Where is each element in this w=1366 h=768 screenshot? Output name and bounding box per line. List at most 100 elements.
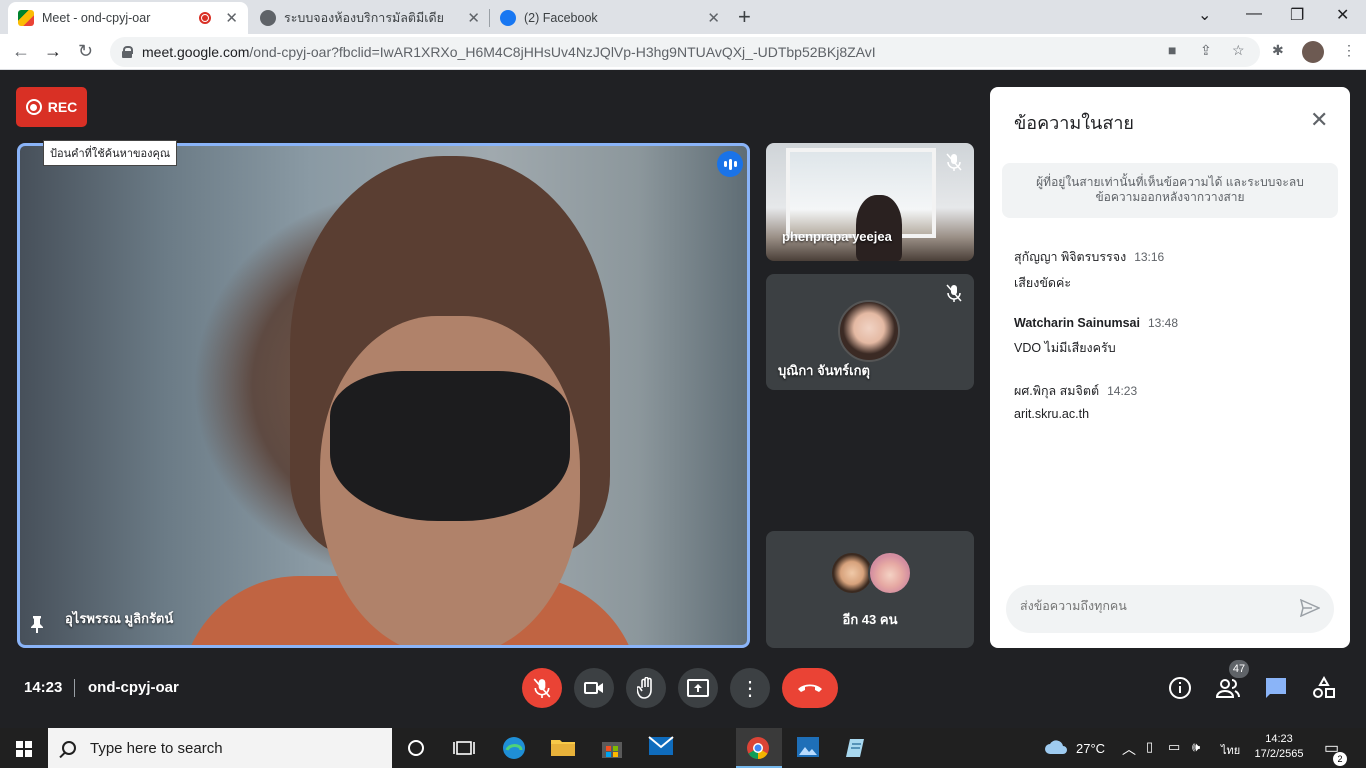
cortana-icon[interactable]	[404, 736, 430, 760]
pin-icon[interactable]	[30, 615, 44, 633]
camera-in-use-icon[interactable]: ■	[1168, 42, 1176, 58]
message-time: 13:48	[1147, 316, 1178, 330]
close-tab-icon[interactable]: ✕	[467, 9, 480, 27]
taskbar-search-placeholder: Type here to search	[90, 739, 223, 757]
video-person	[856, 195, 902, 261]
tab-facebook[interactable]: (2) Facebook ✕	[490, 2, 730, 34]
others-tile[interactable]: อีก 43 คน	[766, 531, 974, 648]
meeting-code: ond-cpyj-oar	[88, 679, 179, 696]
globe-icon	[260, 10, 276, 26]
microphone-toggle-button[interactable]	[522, 668, 562, 708]
message-text: VDO ไม่มีเสียงครับ	[1014, 341, 1116, 355]
close-tab-icon[interactable]: ✕	[707, 9, 720, 27]
tab-booking[interactable]: ระบบจองห้องบริการมัลติมีเดีย ✕	[250, 2, 490, 34]
participant-name: phenprapa yeejea	[782, 229, 892, 244]
close-window-icon[interactable]: ✕	[1336, 5, 1349, 25]
hand-icon	[637, 677, 652, 699]
new-tab-icon[interactable]: +	[738, 4, 751, 30]
message-sender: Watcharin Sainumsai	[1014, 316, 1140, 330]
profile-avatar[interactable]	[1302, 41, 1324, 63]
meeting-details-icon[interactable]	[1168, 676, 1192, 700]
more-options-button[interactable]: ⋮	[730, 668, 770, 708]
edge-icon[interactable]	[502, 736, 528, 760]
participant-avatar	[838, 300, 900, 362]
google-meet-icon	[18, 10, 34, 26]
close-tab-icon[interactable]: ✕	[225, 9, 238, 27]
tray-device-icon[interactable]: ▯	[1146, 739, 1153, 755]
store-icon[interactable]	[600, 736, 626, 760]
recording-badge[interactable]: REC	[16, 87, 87, 127]
close-chat-icon[interactable]: ✕	[1310, 107, 1328, 133]
windows-taskbar: Type here to search 27°C ︿ ▯ ▭ 🕪 ไทย ▭	[0, 728, 1366, 768]
network-icon[interactable]: ▭	[1168, 739, 1180, 755]
tab-meet[interactable]: Meet - ond-cpyj-oar ✕	[8, 2, 248, 34]
weather-temperature[interactable]: 27°C	[1076, 741, 1105, 756]
present-screen-button[interactable]	[678, 668, 718, 708]
bookmark-star-icon[interactable]: ☆	[1232, 42, 1245, 59]
windows-start-icon[interactable]	[16, 741, 32, 757]
notification-count-badge: 2	[1333, 752, 1347, 766]
tab-search-icon[interactable]: ⌄	[1198, 5, 1211, 25]
message-text: arit.skru.ac.th	[1014, 407, 1090, 421]
browser-toolbar: ← → ↻ meet.google.com/ond-cpyj-oar?fbcli…	[0, 34, 1366, 70]
chat-message: Watcharin Sainumsai 13:48 VDO ไม่มีเสียงค…	[1014, 314, 1334, 358]
message-time: 13:16	[1134, 250, 1165, 264]
record-icon	[25, 99, 42, 115]
clock-time: 14:23	[1265, 733, 1293, 745]
mail-icon[interactable]	[648, 736, 674, 760]
clock-date: 17/2/2565	[1254, 748, 1304, 760]
search-icon	[62, 741, 76, 755]
activities-icon[interactable]	[1312, 676, 1336, 700]
raise-hand-button[interactable]	[626, 668, 666, 708]
volume-icon[interactable]: 🕪	[1192, 739, 1200, 755]
participant-tile[interactable]: บุณิกา จันทร์เกตุ	[766, 274, 974, 390]
tray-chevron-icon[interactable]: ︿	[1122, 739, 1136, 759]
browser-menu-icon[interactable]: ⋮	[1342, 42, 1356, 59]
camera-toggle-button[interactable]	[574, 668, 614, 708]
more-vert-icon: ⋮	[740, 677, 760, 700]
minimize-icon[interactable]: —	[1246, 5, 1262, 23]
send-icon[interactable]	[1300, 599, 1320, 617]
people-count-badge: 47	[1229, 660, 1249, 678]
participant-name: บุณิกา จันทร์เกตุ	[778, 363, 870, 378]
chat-input[interactable]	[1020, 599, 1280, 613]
recording-label: REC	[47, 99, 78, 115]
chat-panel: ข้อความในสาย ✕ ผู้ที่อยู่ในสายเท่านั้นที…	[990, 87, 1350, 648]
file-explorer-icon[interactable]	[550, 736, 576, 760]
url-host: meet.google.com	[142, 44, 250, 60]
chat-notice: ผู้ที่อยู่ในสายเท่านั้นที่เห็นข้อความได้…	[1002, 163, 1338, 218]
url-path: /ond-cpyj-oar?fbclid=IwAR1XRXo_H6M4C8jHH…	[249, 44, 876, 60]
chat-message: ผศ.พิกุล สมจิตต์ 14:23 arit.skru.ac.th	[1014, 381, 1334, 421]
tab-title: ระบบจองห้องบริการมัลติมีเดีย	[284, 11, 445, 25]
input-language[interactable]: ไทย	[1221, 741, 1240, 759]
forward-icon[interactable]: →	[44, 41, 62, 62]
extensions-icon[interactable]: ✱	[1272, 42, 1284, 59]
photos-icon[interactable]	[796, 736, 822, 760]
chat-title: ข้อความในสาย	[1014, 113, 1134, 133]
task-view-icon[interactable]	[452, 736, 478, 760]
tab-title: Meet - ond-cpyj-oar	[42, 11, 151, 25]
reload-icon[interactable]: ↻	[78, 41, 93, 62]
people-icon[interactable]	[1216, 676, 1240, 700]
chrome-icon[interactable]	[746, 736, 772, 760]
participant-tile[interactable]: phenprapa yeejea	[766, 143, 974, 261]
address-bar[interactable]: meet.google.com/ond-cpyj-oar?fbclid=IwAR…	[110, 37, 1260, 67]
back-icon[interactable]: ←	[12, 41, 30, 62]
facebook-icon	[500, 10, 516, 26]
chat-input-box[interactable]	[1006, 585, 1334, 633]
message-text: เสียงขัดค่ะ	[1014, 276, 1072, 290]
share-icon[interactable]: ⇪	[1200, 42, 1212, 59]
restore-icon[interactable]: ❐	[1290, 5, 1304, 25]
weather-cloud-icon[interactable]	[1044, 738, 1070, 762]
message-sender: สุกัญญา พิจิตรบรรจง	[1014, 250, 1127, 264]
chat-icon[interactable]	[1264, 676, 1288, 700]
main-video-tile[interactable]: อุไรพรรณ มูลิกรัตน์	[17, 143, 750, 648]
leave-call-button[interactable]	[782, 668, 838, 708]
taskbar-clock[interactable]: 14:23 17/2/2565	[1254, 732, 1304, 762]
notes-app-icon[interactable]	[844, 736, 870, 760]
tooltip: ป้อนคำที่ใช้ค้นหาของคุณ	[43, 140, 178, 166]
taskbar-search-box[interactable]: Type here to search	[48, 728, 392, 768]
recording-indicator-icon	[199, 12, 212, 24]
message-time: 14:23	[1107, 384, 1138, 398]
others-avatars	[830, 551, 914, 595]
